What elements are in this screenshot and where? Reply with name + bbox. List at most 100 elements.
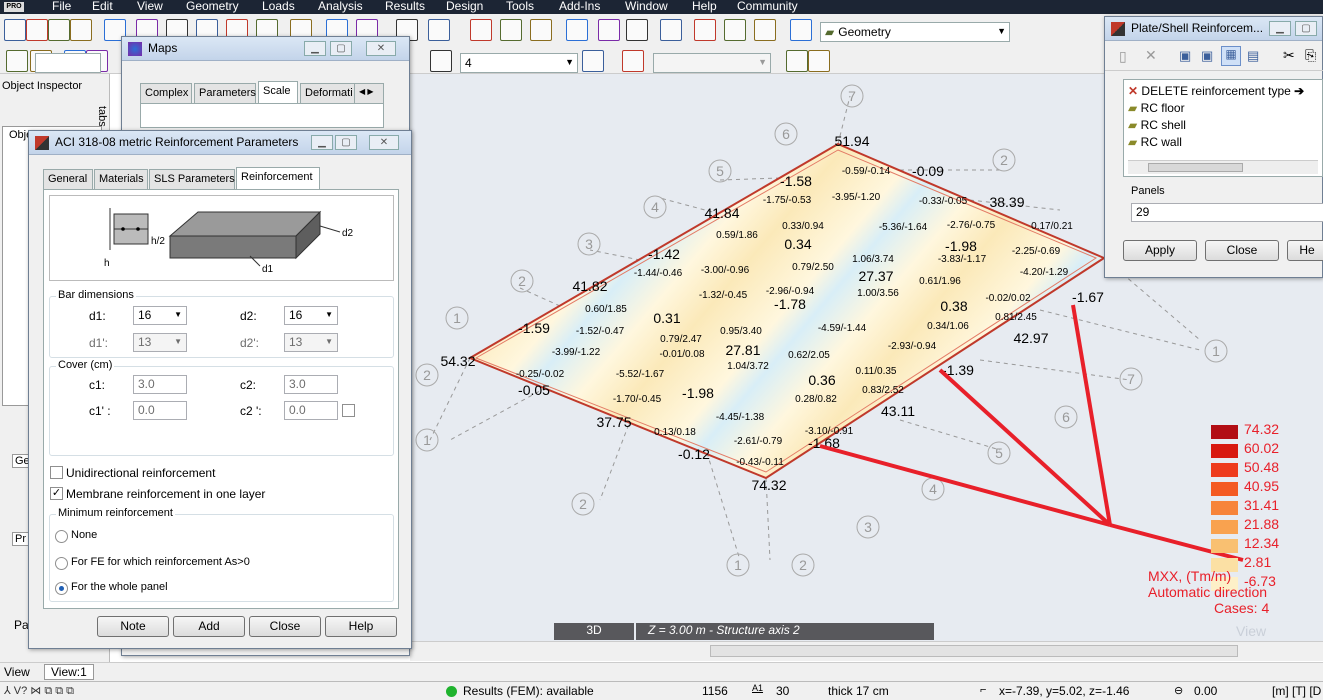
map-value-label: 42.97 [1013,330,1048,346]
grid-axis-label: 1 [734,557,742,573]
map-value-label: -5.52/-1.67 [616,369,665,380]
help-button[interactable]: He [1287,240,1323,261]
list-item-rc-shell[interactable]: ▰ RC shell [1128,118,1186,132]
maps-icon [128,42,142,56]
close-button[interactable]: Close [1205,240,1279,261]
map-value-label: -1.78 [774,296,806,312]
min-none-radio[interactable] [55,530,68,543]
add-button[interactable]: Add [173,616,245,637]
reinforcement-type-list[interactable]: ✕ DELETE reinforcement type ➔ ▰ RC floor… [1123,79,1323,177]
new-doc-icon[interactable]: ▯ [1119,48,1127,65]
horizontal-scrollbar[interactable] [710,645,1238,657]
view-icon-1[interactable]: ▣ [1179,48,1191,64]
tab-reinforcement[interactable]: Reinforcement [236,167,320,189]
c1-prime-input[interactable]: 0.0 [133,401,187,420]
minimum-reinforcement-legend: Minimum reinforcement [56,507,175,519]
list-item-label: RC floor [1140,101,1185,115]
map-value-label: 1.06/3.74 [852,254,894,265]
close-icon[interactable]: ✕ [366,41,396,56]
d1-select[interactable]: 16 ▼ [133,306,187,325]
maps-title: Maps [148,41,178,55]
tab-sls-parameters[interactable]: SLS Parameters [149,169,235,189]
map-value-label: 0.34 [784,236,811,252]
view-icon-3[interactable]: ▦ [1221,46,1241,66]
map-value-label: 0.60/1.85 [585,304,627,315]
diagram-d1: d1 [262,264,274,275]
c2-prime-input[interactable]: 0.0 [284,401,338,420]
view-label: View [4,665,30,679]
maximize-button[interactable]: ▢ [335,135,357,150]
d2-prime-select[interactable]: 13 ▼ [284,333,338,352]
d1-prime-select[interactable]: 13 ▼ [133,333,187,352]
minimize-button[interactable]: ▁ [311,135,333,150]
plate-toolbar: ▯ ✕ ▣ ▣ ▦ ▤ ✂ ⎘ [1105,43,1323,71]
reinforcement-tab-panel: h/2 h d2 d1 Bar dimensions d1: 16 ▼ d2: 1… [43,189,399,609]
minimize-button[interactable]: ▁ [1269,21,1291,36]
status-tool-icons[interactable]: ⅄ V? ⋈ ⧉ ⧉ ⧉ [4,684,74,698]
d2-value: 16 [289,308,303,322]
help-button[interactable]: Help [325,616,397,637]
tab-scroll-arrows[interactable]: ◀ ▶ [354,83,384,103]
d1-prime-value: 13 [138,335,152,349]
delete-icon[interactable]: ✕ [1145,47,1157,64]
min-fe-radio[interactable] [55,557,68,570]
status-coords: x=-7.39, y=5.02, z=-1.46 [999,684,1130,698]
apply-button[interactable]: Apply [1123,240,1197,261]
map-value-label: 0.83/2.52 [862,385,904,396]
grid-line [899,419,1001,451]
status-thickness: thick 17 cm [828,684,889,698]
tab-complex[interactable]: Complex [140,83,192,103]
map-value-label: -0.43/-0.11 [736,457,784,468]
tab-deformation[interactable]: Deformati [300,83,356,103]
tab-parameters[interactable]: Parameters [194,83,256,103]
min-whole-panel-radio[interactable] [55,582,68,595]
d2-select[interactable]: 16 ▼ [284,306,338,325]
c1-input[interactable]: 3.0 [133,375,187,394]
maximize-button[interactable]: ▢ [330,41,352,56]
map-value-label: 27.81 [725,342,760,358]
map-value-label: -0.09 [912,163,944,179]
list-item-delete[interactable]: ✕ DELETE reinforcement type ➔ [1128,84,1304,98]
map-value-label: 41.82 [572,278,607,294]
status-units[interactable]: [m] [T] [D [1272,684,1321,698]
scroll-thumb[interactable] [1148,163,1243,172]
map-value-label: 0.33/0.94 [782,221,824,232]
map-value-label: 43.11 [881,403,915,419]
list-item-rc-wall[interactable]: ▰ RC wall [1128,135,1182,149]
close-icon[interactable]: ✕ [369,135,399,150]
minimize-button[interactable]: ▁ [304,41,326,56]
tab-general[interactable]: General [43,169,93,189]
panels-input[interactable]: 29 [1131,203,1323,222]
map-value-label: -1.75/-0.53 [763,195,812,206]
map-value-label: -1.32/-0.45 [699,290,748,301]
plate-titlebar: Plate/Shell Reinforcem... ▁ ▢ [1105,17,1322,41]
d1-prime-label: d1': [89,336,108,350]
note-button[interactable]: Note [97,616,169,637]
min-whole-panel-label: For the whole panel [71,581,168,593]
c2-input[interactable]: 3.0 [284,375,338,394]
list-item-rc-floor[interactable]: ▰ RC floor [1128,101,1185,115]
close-button[interactable]: Close [249,616,321,637]
status-a1: A1 [752,683,764,693]
map-value-label: 0.95/3.40 [720,326,762,337]
plate-shell-window: Plate/Shell Reinforcem... ▁ ▢ ▯ ✕ ▣ ▣ ▦ … [1104,16,1323,278]
membrane-checkbox[interactable]: ✓ [50,487,63,500]
tab-materials[interactable]: Materials [94,169,148,189]
copy-icon[interactable]: ⎘ [1305,47,1316,64]
view-tab[interactable]: View:1 [44,664,94,680]
unidirectional-checkbox[interactable] [50,466,63,479]
maximize-button[interactable]: ▢ [1295,21,1317,36]
view-mode-button[interactable]: 3D [554,623,634,640]
view-icon-4[interactable]: ▤ [1247,48,1259,64]
list-scrollbar[interactable] [1128,160,1318,174]
grid-axis-label: 2 [799,557,807,573]
cut-icon[interactable]: ✂ [1283,47,1295,64]
view-icon-2[interactable]: ▣ [1201,48,1213,64]
c2-prime-checkbox[interactable] [342,404,355,417]
grid-line [719,177,781,181]
map-value-label: -1.44/-0.46 [634,268,683,279]
tab-scale[interactable]: Scale [258,81,298,103]
chevron-down-icon: ▼ [174,337,182,346]
map-value-label: 0.34/1.06 [927,321,969,332]
grid-axis-label: 3 [585,236,593,252]
